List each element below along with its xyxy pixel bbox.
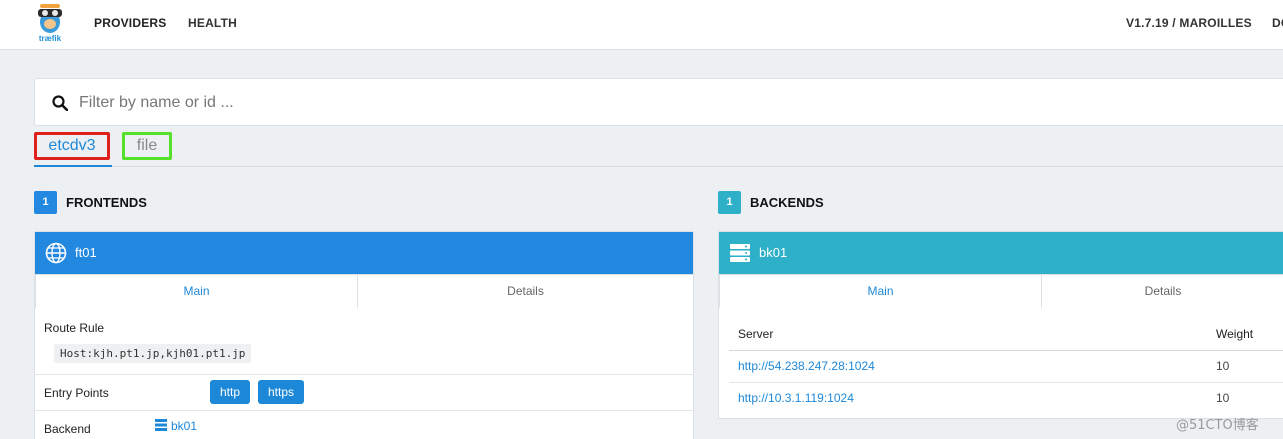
row-divider (35, 410, 693, 411)
gopher-logo-icon (38, 4, 62, 33)
column-header-server: Server (738, 327, 774, 341)
watermark-text: @51CTO博客 (1176, 418, 1259, 433)
frontend-panel: ft01 Main Details Route Rule Host:kjh.pt… (34, 231, 694, 439)
route-rule-label: Route Rule (44, 321, 105, 335)
top-navbar: træfik PROVIDERS HEALTH V1.7.19 / MAROIL… (0, 0, 1283, 50)
nav-documentation[interactable]: DO (1272, 16, 1283, 30)
server-icon (155, 419, 167, 431)
provider-tabs-divider (34, 166, 1283, 167)
server-stack-icon (730, 244, 750, 262)
nav-health[interactable]: HEALTH (188, 16, 237, 30)
frontends-heading: FRONTENDS (66, 195, 147, 210)
table-row-divider (729, 382, 1283, 383)
provider-tab-etcdv3[interactable]: etcdv3 (34, 132, 110, 160)
filter-input[interactable] (79, 91, 679, 115)
backend-label: Backend (44, 422, 91, 436)
frontend-name: ft01 (75, 245, 97, 260)
backends-heading: BACKENDS (750, 195, 824, 210)
nav-providers[interactable]: PROVIDERS (94, 16, 166, 30)
search-icon (52, 95, 68, 111)
backend-name: bk01 (759, 245, 788, 260)
backend-tab-main[interactable]: Main (719, 274, 1042, 308)
server-url-link[interactable]: http://10.3.1.119:1024 (738, 391, 854, 405)
server-url-link[interactable]: http://54.238.247.28:1024 (738, 359, 875, 373)
row-divider (35, 374, 693, 375)
entry-point-https[interactable]: https (258, 380, 304, 404)
backend-tab-details[interactable]: Details (1042, 274, 1283, 307)
frontends-count-badge: 1 (34, 191, 57, 214)
globe-icon (45, 242, 67, 264)
filter-box (34, 78, 1283, 126)
server-weight: 10 (1216, 391, 1230, 405)
backend-tabs: Main Details (719, 274, 1283, 308)
backend-panel: bk01 Main Details Server Weight http://5… (718, 231, 1283, 419)
column-header-weight: Weight (1216, 327, 1254, 341)
frontend-backend-link[interactable]: bk01 (171, 419, 197, 433)
frontend-tab-details[interactable]: Details (358, 274, 693, 307)
active-tab-indicator (34, 165, 112, 167)
server-weight: 10 (1216, 359, 1230, 373)
route-rule-value: Host:kjh.pt1.jp,kjh01.pt1.jp (54, 344, 252, 363)
backends-count-badge: 1 (718, 191, 741, 214)
entry-points-label: Entry Points (44, 386, 109, 400)
frontend-tab-main[interactable]: Main (35, 274, 358, 308)
provider-tab-file[interactable]: file (122, 132, 172, 160)
logo-text: træfik (38, 34, 62, 43)
version-label: V1.7.19 / MAROILLES (1126, 16, 1252, 30)
frontend-header[interactable]: ft01 (35, 232, 693, 274)
traefik-logo[interactable]: træfik (34, 2, 66, 44)
table-header-divider (729, 350, 1283, 351)
entry-point-http[interactable]: http (210, 380, 250, 404)
backend-header[interactable]: bk01 (719, 232, 1283, 274)
frontend-tabs: Main Details (35, 274, 693, 308)
